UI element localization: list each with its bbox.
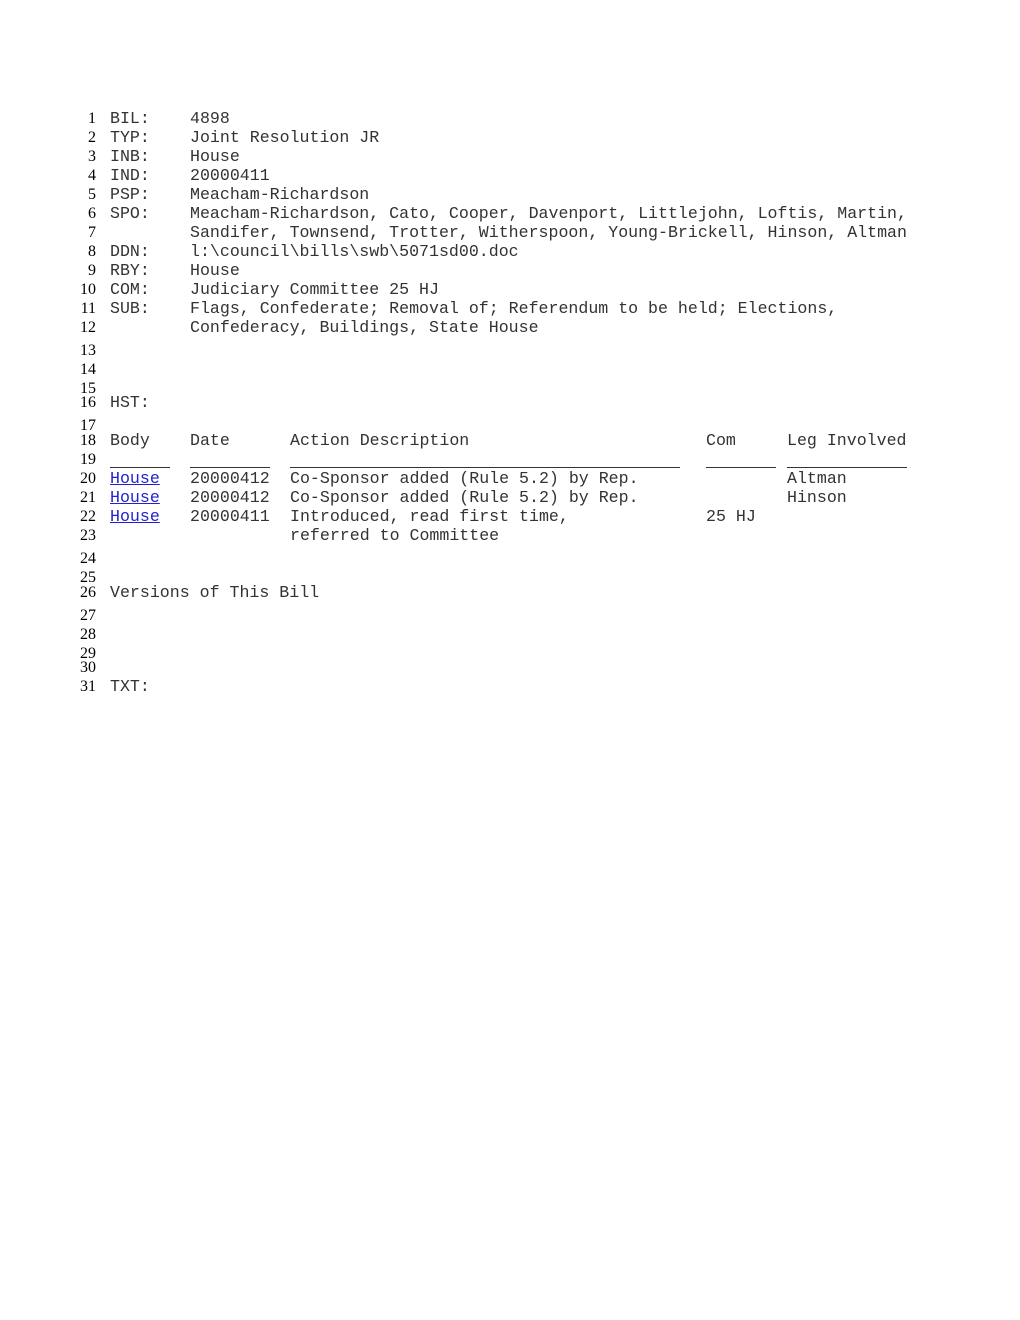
line-number: 9 [88,262,96,279]
line-number: 3 [88,148,96,165]
line-number: 26 [80,584,96,601]
header-date: Date [190,431,230,450]
line-number: 23 [80,527,96,544]
row-leg: Altman [787,469,847,488]
field-label-ddn: DDN: [110,242,150,261]
row-action-continued: referred to Committee [290,526,500,545]
line-number: 12 [80,319,96,336]
field-value-sub-line1: Flags, Confederate; Removal of; Referend… [190,299,838,318]
field-value-inb: House [190,147,240,166]
line-number: 1 [88,110,96,127]
line-number: 28 [80,626,96,643]
body-link[interactable]: House [110,470,160,487]
line-number: 30 [80,659,96,676]
line-number: 8 [88,243,96,260]
field-label-spo: SPO: [110,204,150,223]
row-action: Co-Sponsor added (Rule 5.2) by Rep. [290,469,639,488]
history-label: HST: [110,393,150,412]
row-action: Co-Sponsor added (Rule 5.2) by Rep. [290,488,639,507]
header-action: Action Description [290,431,470,450]
field-label-rby: RBY: [110,261,150,280]
line-number: 18 [80,432,96,449]
line-number: 5 [88,186,96,203]
line-number: 4 [88,167,96,184]
versions-heading: Versions of This Bill [110,583,320,602]
line-number: 21 [80,489,96,506]
line-number: 24 [80,550,96,567]
line-number: 14 [80,361,96,378]
line-number: 19 [80,451,96,468]
row-leg: Hinson [787,488,847,507]
line-number: 31 [80,678,96,695]
field-value-psp: Meacham-Richardson [190,185,370,204]
field-value-ind: 20000411 [190,166,270,185]
field-value-ddn: l:\council\bills\swb\5071sd00.doc [190,242,519,261]
row-com: 25 HJ [706,507,756,526]
field-value-com: Judiciary Committee 25 HJ [190,280,439,299]
line-number: 11 [80,300,96,317]
line-number: 2 [88,129,96,146]
row-date: 20000412 [190,488,270,507]
header-leg: Leg Involved [787,431,907,450]
field-value-spo-line2: Sandifer, Townsend, Trotter, Witherspoon… [190,223,907,242]
field-label-com: COM: [110,280,150,299]
field-value-bil: 4898 [190,109,230,128]
line-number: 22 [80,508,96,525]
line-number: 6 [88,205,96,222]
field-value-typ: Joint Resolution JR [190,128,380,147]
field-label-sub: SUB: [110,299,150,318]
field-value-rby: House [190,261,240,280]
field-value-spo-line1: Meacham-Richardson, Cato, Cooper, Davenp… [190,204,907,223]
header-body: Body [110,431,150,450]
field-label-bil: BIL: [110,109,150,128]
body-link[interactable]: House [110,508,160,525]
divider [110,467,170,468]
field-label-typ: TYP: [110,128,150,147]
line-number: 10 [80,281,96,298]
field-value-sub-line2: Confederacy, Buildings, State House [190,318,539,337]
row-date: 20000412 [190,469,270,488]
divider [706,467,776,468]
line-number: 27 [80,607,96,624]
line-number: 13 [80,342,96,359]
divider [290,467,680,468]
row-action: Introduced, read first time, [290,507,569,526]
field-label-ind: IND: [110,166,150,185]
txt-label: TXT: [110,677,150,696]
divider [190,467,270,468]
field-label-inb: INB: [110,147,150,166]
field-label-psp: PSP: [110,185,150,204]
divider [787,467,907,468]
row-date: 20000411 [190,507,270,526]
line-number: 16 [80,394,96,411]
line-number: 20 [80,470,96,487]
header-com: Com [706,431,736,450]
body-link[interactable]: House [110,489,160,506]
line-number: 7 [88,224,96,241]
